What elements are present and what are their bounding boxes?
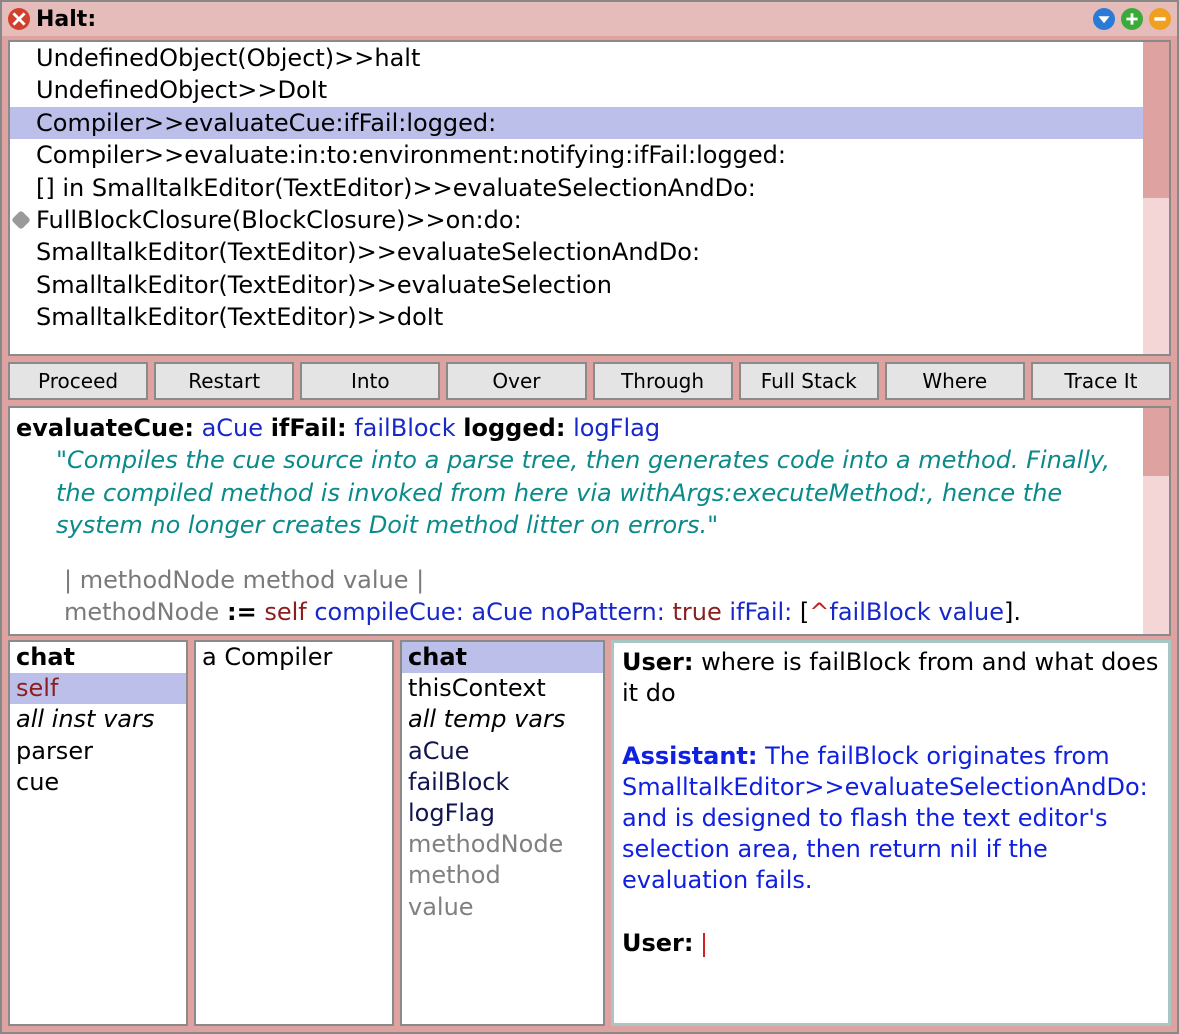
diamond-icon (11, 210, 31, 230)
context-vars-list[interactable]: chatthisContextall temp varsaCuefailBloc… (400, 640, 605, 1026)
list-item[interactable]: logFlag (402, 798, 603, 829)
code-scrollbar[interactable] (1143, 408, 1169, 634)
list-item[interactable]: thisContext (402, 673, 603, 704)
code-pane: evaluateCue: aCue ifFail: failBlock logg… (8, 406, 1171, 636)
maximize-icon[interactable] (1121, 8, 1143, 30)
where-button[interactable]: Where (885, 362, 1025, 400)
stack-frame[interactable]: SmalltalkEditor(TextEditor)>>evaluateSel… (10, 236, 1143, 268)
inspector-row: chatselfall inst varsparsercue a Compile… (2, 640, 1177, 1032)
code-comment: "Compiles the cue source into a parse tr… (16, 444, 1137, 541)
list-item[interactable]: all inst vars (10, 704, 186, 735)
receiver-value: a Compiler (202, 643, 332, 671)
stack-frame[interactable]: Compiler>>evaluateCue:ifFail:logged: (10, 107, 1143, 139)
restart-button[interactable]: Restart (154, 362, 294, 400)
chat-assistant-label: Assistant: (622, 742, 757, 770)
stack-frame[interactable]: SmalltalkEditor(TextEditor)>>evaluateSel… (10, 269, 1143, 301)
debugger-button-bar: ProceedRestartIntoOverThroughFull StackW… (2, 358, 1177, 404)
list-item[interactable]: failBlock (402, 767, 603, 798)
stack-pane: UndefinedObject(Object)>>halt UndefinedOb… (8, 40, 1171, 356)
minimize-icon[interactable] (1149, 8, 1171, 30)
stack-frame-label: SmalltalkEditor(TextEditor)>>doIt (36, 303, 443, 331)
menu-icon[interactable] (1093, 8, 1115, 30)
stack-frame[interactable]: Compiler>>evaluate:in:to:environment:not… (10, 139, 1143, 171)
stack-frame-label: UndefinedObject(Object)>>halt (36, 44, 420, 72)
over-button[interactable]: Over (446, 362, 586, 400)
into-button[interactable]: Into (300, 362, 440, 400)
stack-frame-label: Compiler>>evaluateCue:ifFail:logged: (36, 109, 496, 137)
chat-user-label: User: (622, 648, 693, 676)
scroll-thumb[interactable] (1143, 408, 1169, 476)
stack-frame-label: FullBlockClosure(BlockClosure)>>on:do: (36, 206, 522, 234)
stack-frame-label: SmalltalkEditor(TextEditor)>>evaluateSel… (36, 271, 612, 299)
stack-scrollbar[interactable] (1143, 42, 1169, 354)
proceed-button[interactable]: Proceed (8, 362, 148, 400)
receiver-value-pane[interactable]: a Compiler (194, 640, 394, 1026)
through-button[interactable]: Through (593, 362, 733, 400)
full-stack-button[interactable]: Full Stack (739, 362, 879, 400)
stack-frame-label: [] in SmalltalkEditor(TextEditor)>>evalu… (36, 174, 756, 202)
chat-user-msg: where is failBlock from and what does it… (622, 648, 1158, 707)
chat-user-label: User: (622, 929, 693, 957)
stack-frame-label: Compiler>>evaluate:in:to:environment:not… (36, 141, 786, 169)
stack-frame[interactable]: SmalltalkEditor(TextEditor)>>doIt (10, 301, 1143, 333)
list-item[interactable]: aCue (402, 736, 603, 767)
context-list-header[interactable]: chat (402, 642, 603, 673)
code-line: methodNode := self compileCue: aCue noPa… (16, 596, 1137, 628)
list-item[interactable]: all temp vars (402, 704, 603, 735)
chat-pane[interactable]: User: where is failBlock from and what d… (611, 640, 1171, 1026)
titlebar: Halt: (2, 2, 1177, 36)
list-item[interactable]: value (402, 892, 603, 923)
window-title: Halt: (36, 7, 96, 32)
stack-frame[interactable]: UndefinedObject(Object)>>halt (10, 42, 1143, 74)
stack-frame[interactable]: UndefinedObject>>DoIt (10, 74, 1143, 106)
code-signature: evaluateCue: aCue ifFail: failBlock logg… (16, 412, 1137, 444)
stack-frame-label: UndefinedObject>>DoIt (36, 76, 327, 104)
receiver-list-header[interactable]: chat (10, 642, 186, 673)
trace-it-button[interactable]: Trace It (1031, 362, 1171, 400)
list-item[interactable]: methodNode (402, 829, 603, 860)
debugger-window: Halt: UndefinedObject(Object)>>haltUndef… (0, 0, 1179, 1034)
list-item[interactable]: cue (10, 767, 186, 798)
stack-frame[interactable]: [] in SmalltalkEditor(TextEditor)>>evalu… (10, 172, 1143, 204)
stack-list[interactable]: UndefinedObject(Object)>>halt UndefinedOb… (10, 42, 1143, 354)
list-item[interactable]: method (402, 860, 603, 891)
text-cursor (703, 933, 705, 957)
list-item[interactable]: self (10, 673, 186, 704)
scroll-thumb[interactable] (1143, 42, 1169, 198)
code-tempdecl: | methodNode method value | (16, 564, 1137, 596)
stack-frame-label: SmalltalkEditor(TextEditor)>>evaluateSel… (36, 238, 700, 266)
code-text[interactable]: evaluateCue: aCue ifFail: failBlock logg… (10, 408, 1143, 634)
receiver-vars-list[interactable]: chatselfall inst varsparsercue (8, 640, 188, 1026)
stack-frame[interactable]: FullBlockClosure(BlockClosure)>>on:do: (10, 204, 1143, 236)
list-item[interactable]: parser (10, 736, 186, 767)
close-icon[interactable] (8, 8, 30, 30)
